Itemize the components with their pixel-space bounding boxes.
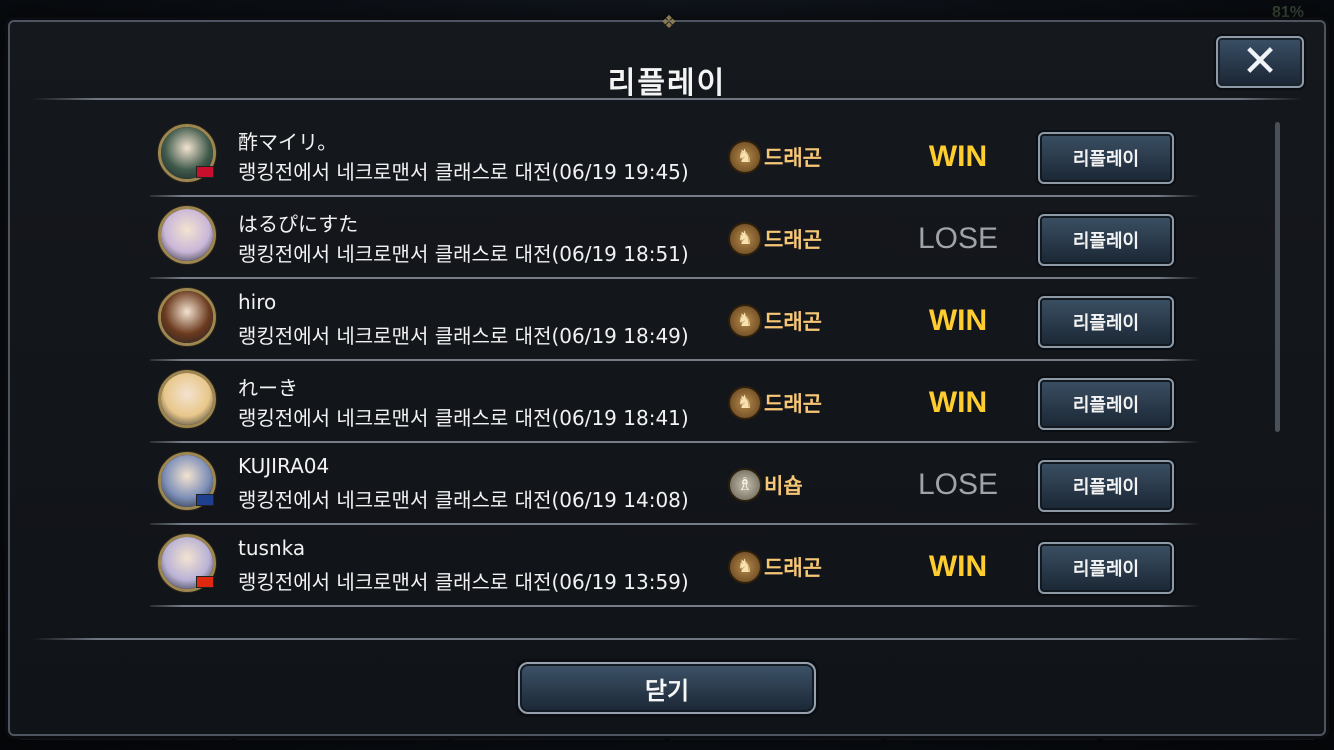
- row-divider: [150, 523, 1200, 525]
- ornament-icon: ❖: [660, 12, 678, 33]
- divider: [32, 98, 1302, 100]
- replay-row: hiro 랭킹전에서 네크로맨서 클래스로 대전(06/19 18:49) ♞ 드래곤…: [150, 286, 1200, 368]
- replay-row: れーき 랭킹전에서 네크로맨서 클래스로 대전(06/19 18:41) ♞ 드래곤 W…: [150, 368, 1200, 450]
- dragon-icon: ♞: [728, 222, 762, 256]
- replay-button[interactable]: 리플레이: [1038, 378, 1174, 430]
- country-flag-icon: [196, 166, 214, 178]
- avatar-image: [161, 209, 213, 261]
- player-avatar: [158, 288, 216, 346]
- opponent-class: 비숍: [764, 474, 803, 498]
- dragon-icon: ♞: [728, 386, 762, 420]
- avatar-image: [161, 291, 213, 343]
- close-button[interactable]: ✕: [1216, 36, 1304, 88]
- match-description: 랭킹전에서 네크로맨서 클래스로 대전(06/19 18:49): [238, 324, 689, 348]
- replay-button[interactable]: 리플레이: [1038, 214, 1174, 266]
- match-result: LOSE: [917, 222, 999, 255]
- scrollbar[interactable]: [1275, 122, 1280, 432]
- opponent-class: 드래곤: [764, 310, 822, 334]
- opponent-class: 드래곤: [764, 146, 822, 170]
- player-avatar: [158, 370, 216, 428]
- dragon-icon: ♞: [728, 304, 762, 338]
- row-divider: [150, 605, 1200, 607]
- replay-button[interactable]: 리플레이: [1038, 542, 1174, 594]
- match-description: 랭킹전에서 네크로맨서 클래스로 대전(06/19 14:08): [238, 488, 689, 512]
- replay-list[interactable]: 酢マイリ。 랭킹전에서 네크로맨서 클래스로 대전(06/19 19:45) ♞ 드래…: [150, 102, 1200, 610]
- opponent-class: 드래곤: [764, 556, 822, 580]
- row-divider: [150, 359, 1200, 361]
- match-description: 랭킹전에서 네크로맨서 클래스로 대전(06/19 13:59): [238, 570, 689, 594]
- country-flag-icon: [196, 494, 214, 506]
- replay-row: 酢マイリ。 랭킹전에서 네크로맨서 클래스로 대전(06/19 19:45) ♞ 드래…: [150, 122, 1200, 204]
- avatar-image: [161, 373, 213, 425]
- replay-button[interactable]: 리플레이: [1038, 296, 1174, 348]
- match-result: WIN: [928, 386, 988, 419]
- row-divider: [150, 441, 1200, 443]
- dialog-title: 리플레이: [607, 66, 727, 101]
- player-name: KUJIRA04: [238, 454, 330, 478]
- close-x-icon: ✕: [1241, 36, 1279, 87]
- row-divider: [150, 195, 1200, 197]
- match-description: 랭킹전에서 네크로맨서 클래스로 대전(06/19 19:45): [238, 160, 689, 184]
- replay-row: KUJIRA04 랭킹전에서 네크로맨서 클래스로 대전(06/19 14:08)…: [150, 450, 1200, 532]
- close-dialog-button[interactable]: 닫기: [518, 662, 816, 714]
- match-result: WIN: [928, 550, 988, 583]
- player-name: hiro: [238, 290, 277, 314]
- opponent-class: 드래곤: [764, 228, 822, 252]
- dragon-icon: ♞: [728, 140, 762, 174]
- player-avatar: [158, 206, 216, 264]
- match-result: WIN: [928, 140, 988, 173]
- match-result: LOSE: [917, 468, 999, 501]
- match-description: 랭킹전에서 네크로맨서 클래스로 대전(06/19 18:51): [238, 242, 689, 266]
- opponent-class: 드래곤: [764, 392, 822, 416]
- match-description: 랭킹전에서 네크로맨서 클래스로 대전(06/19 18:41): [238, 406, 689, 430]
- divider: [32, 638, 1302, 640]
- row-divider: [150, 277, 1200, 279]
- bishop-icon: ♗: [728, 468, 762, 502]
- replay-button[interactable]: 리플레이: [1038, 460, 1174, 512]
- replay-row: tusnka 랭킹전에서 네크로맨서 클래스로 대전(06/19 13:59) ♞ 드…: [150, 532, 1200, 610]
- match-result: WIN: [928, 304, 988, 337]
- country-flag-icon: [196, 576, 214, 588]
- dragon-icon: ♞: [728, 550, 762, 584]
- player-name: tusnka: [238, 536, 306, 560]
- replay-row: はるぴにすた 랭킹전에서 네크로맨서 클래스로 대전(06/19 18:51) ♞ 드…: [150, 204, 1200, 286]
- player-name: はるぴにすた: [238, 212, 359, 236]
- player-name: れーき: [238, 376, 298, 400]
- player-name: 酢マイリ。: [238, 130, 338, 154]
- replay-button[interactable]: 리플레이: [1038, 132, 1174, 184]
